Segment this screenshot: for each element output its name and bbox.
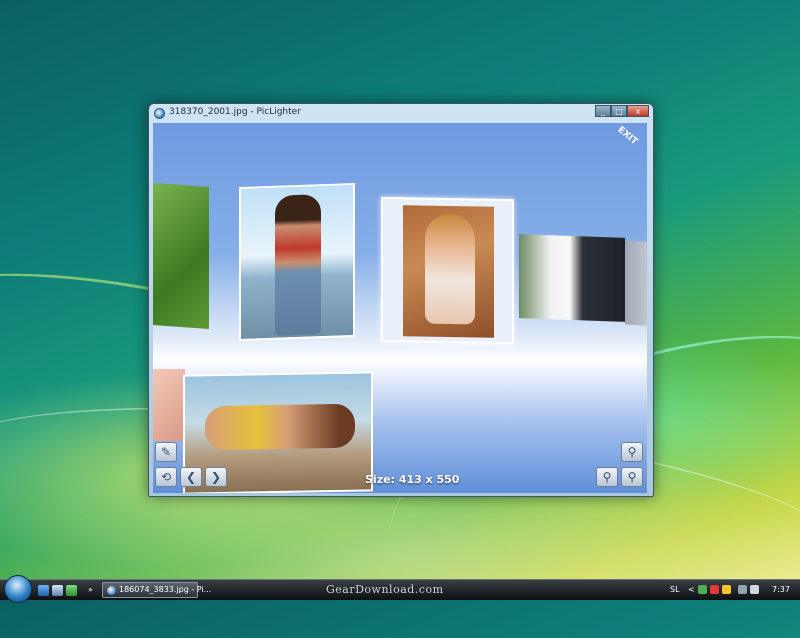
app-icon — [107, 586, 116, 595]
zoom-in-button[interactable]: ⚲ — [621, 467, 643, 487]
window-titlebar[interactable]: 318370_2001.jpg - PicLighter _ □ x — [149, 104, 653, 123]
volume-icon[interactable] — [750, 585, 759, 594]
quicklaunch-app-icon[interactable] — [66, 585, 77, 596]
close-button[interactable]: x — [627, 105, 649, 117]
window-controls: _ □ x — [595, 105, 649, 117]
piclighter-window: 318370_2001.jpg - PicLighter _ □ x EXIT … — [148, 103, 654, 497]
zoom-out-button[interactable]: ⚲ — [596, 467, 618, 487]
previous-button[interactable]: ❮ — [180, 467, 202, 487]
taskbar-button-label: 186074_3833.jpg - Pi... — [119, 585, 212, 594]
photo-thumbnail-back[interactable] — [239, 182, 355, 342]
show-desktop-icon[interactable] — [52, 585, 63, 596]
photo-thumbnail-wedding[interactable] — [519, 234, 625, 322]
start-orb-icon[interactable] — [4, 575, 32, 603]
taskbar: » 186074_3833.jpg - Pi... GearDownload.c… — [0, 575, 800, 603]
maximize-button[interactable]: □ — [611, 105, 627, 117]
app-icon — [154, 108, 165, 119]
watermark: GearDownload.com — [326, 583, 444, 596]
rotate-button[interactable]: ⟲ — [155, 467, 177, 487]
photo-content — [275, 194, 321, 336]
photo-thumbnail-eye[interactable] — [153, 369, 185, 441]
zoom-button[interactable]: ⚲ — [621, 442, 643, 462]
photo-thumbnail-grass[interactable] — [153, 183, 209, 329]
minimize-button[interactable]: _ — [595, 105, 611, 117]
tray-expand-icon[interactable]: < — [688, 585, 695, 594]
tray-app-icon[interactable] — [698, 585, 707, 594]
photo-content — [403, 205, 494, 338]
edit-button[interactable]: ✎ — [155, 442, 177, 462]
clock[interactable]: 7:37 — [772, 585, 790, 594]
photo-thumbnail-partial[interactable] — [625, 240, 647, 326]
taskbar-button-piclighter[interactable]: 186074_3833.jpg - Pi... — [102, 582, 211, 598]
tray-update-icon[interactable] — [722, 585, 731, 594]
network-icon[interactable] — [738, 585, 747, 594]
image-size-label: Size: 413 x 550 — [365, 473, 460, 486]
window-title: 318370_2001.jpg - PicLighter — [169, 107, 301, 117]
photo-content — [205, 403, 355, 451]
tray-security-icon[interactable] — [710, 585, 719, 594]
photo-thumbnail-selected[interactable] — [381, 196, 514, 345]
photo-viewer-area[interactable]: EXIT Size: 413 x 550 ✎ ⟲ ❮ ❯ ⚲ ⚲ ⚲ — [153, 123, 647, 493]
internet-explorer-icon[interactable] — [38, 585, 49, 596]
quicklaunch-more-icon[interactable]: » — [88, 585, 93, 594]
language-indicator[interactable]: SL — [670, 585, 680, 594]
exit-button[interactable]: EXIT — [616, 125, 640, 147]
next-button[interactable]: ❯ — [205, 467, 227, 487]
